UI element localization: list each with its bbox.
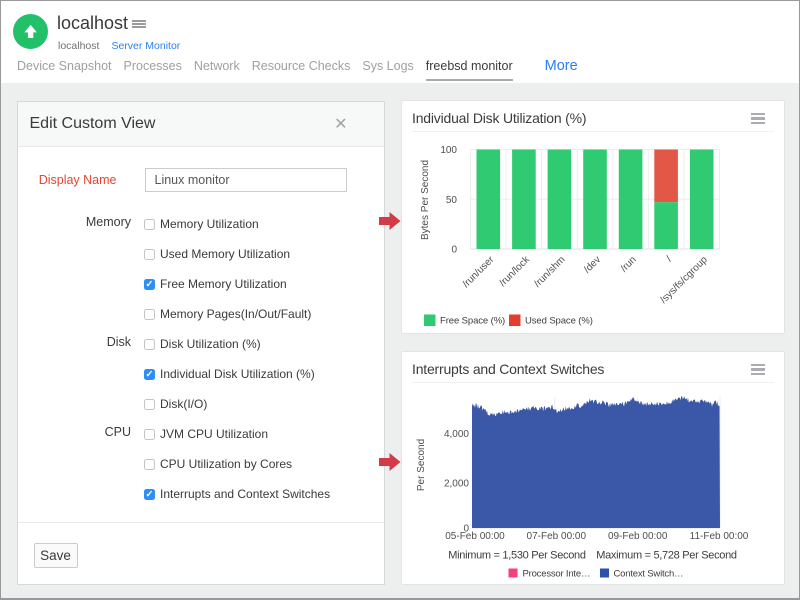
svg-text:4,000: 4,000 (444, 429, 469, 440)
svg-text:/: / (664, 254, 674, 264)
svg-text:/run: /run (619, 254, 639, 274)
svg-text:Minimum = 1,530 Per Second: Minimum = 1,530 Per Second (448, 550, 586, 562)
svg-text:Context Switch…: Context Switch… (614, 569, 684, 580)
svg-text:/sys/fs/cgroup: /sys/fs/cgroup (658, 254, 710, 306)
svg-text:/dev: /dev (582, 254, 603, 275)
svg-text:Per Second: Per Second (416, 439, 427, 491)
svg-text:50: 50 (446, 195, 458, 206)
svg-text:0: 0 (451, 245, 457, 256)
svg-text:100: 100 (440, 145, 457, 156)
svg-text:Maximum = 5,728 Per Second: Maximum = 5,728 Per Second (596, 550, 737, 562)
svg-text:Processor Inte…: Processor Inte… (523, 569, 591, 580)
svg-text:07-Feb 00:00: 07-Feb 00:00 (527, 531, 587, 542)
svg-text:/run/shm: /run/shm (532, 254, 567, 289)
svg-text:Used Space (%): Used Space (%) (525, 316, 593, 327)
svg-text:2,000: 2,000 (444, 479, 469, 490)
svg-text:Bytes Per Second: Bytes Per Second (420, 160, 431, 240)
svg-text:/run/user: /run/user (461, 254, 497, 290)
svg-text:09-Feb 00:00: 09-Feb 00:00 (608, 531, 668, 542)
svg-text:05-Feb 00:00: 05-Feb 00:00 (445, 531, 505, 542)
svg-text:Free Space (%): Free Space (%) (440, 316, 505, 327)
svg-text:11-Feb 00:00: 11-Feb 00:00 (690, 531, 749, 542)
svg-text:/run/lock: /run/lock (498, 254, 533, 289)
